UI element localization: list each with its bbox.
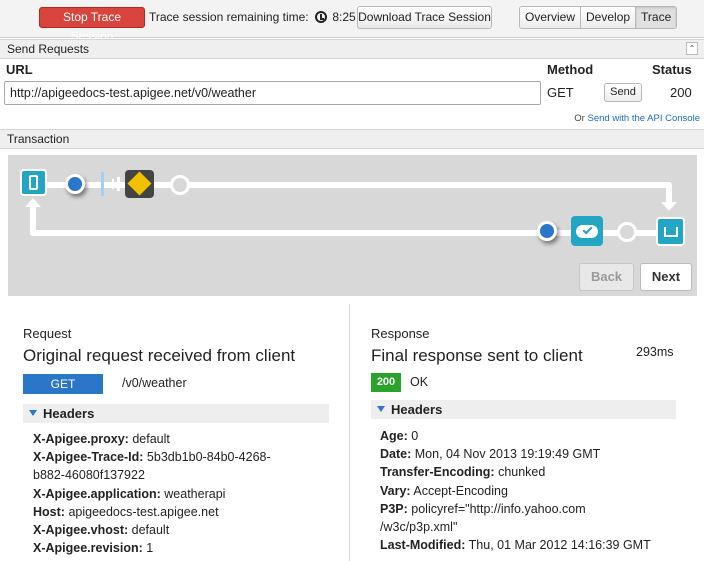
policy-node[interactable] [125,170,154,198]
header-row: X-Apigee.application: weatherapi [33,486,226,501]
triangle-down-icon [377,406,385,412]
header-row: Host: apigeedocs-test.apigee.net [33,504,219,519]
header-row: X-Apigee.proxy: default [33,432,170,446]
marker-tick [117,177,120,191]
header-row: Transfer-Encoding: chunked [380,465,546,480]
policy-icon [127,171,152,196]
header-row: Date: Mon, 04 Nov 2013 19:19:49 GMT [380,447,601,462]
server-icon [664,227,678,237]
response-time: 293ms [636,345,674,359]
request-label: Request [23,326,72,341]
arrow-up-icon [25,198,41,207]
status-label: Status [652,62,692,77]
request-headers-title: Headers [43,406,95,421]
view-tabs: Overview Develop Trace [519,6,678,29]
client-node[interactable] [20,169,47,196]
collapse-icon[interactable]: ⌃ [686,42,698,55]
clock-icon [314,11,327,23]
tab-develop[interactable]: Develop [581,7,637,28]
send-button[interactable]: Send [604,83,642,102]
triangle-down-icon [29,410,37,416]
url-label: URL [6,62,33,77]
target-node[interactable] [656,217,685,246]
tab-trace[interactable]: Trace [636,7,677,28]
status-code-badge: 200 [371,373,401,392]
url-input[interactable] [4,81,541,105]
remaining-value: 8:25 [332,10,356,24]
status-text: OK [410,375,429,389]
transaction-header: Transaction [0,129,704,149]
header-row: Last-Modified: Thu, 01 Mar 2012 14:16:39… [380,538,651,553]
header-row: /w3c/p3p.xml" [380,520,458,535]
flow-point-empty-2[interactable] [617,222,637,242]
method-badge: GET [23,374,103,394]
request-path: /v0/weather [122,376,187,390]
toolbar: Stop Trace Session Trace session remaini… [0,0,704,43]
header-row: P3P: policyref="http://info.yahoo.com [380,501,586,516]
header-row: b882-46080f137922 [33,468,145,483]
console-link-row: Or Send with the API Console [574,113,700,124]
transaction-diagram: Back Next [8,155,697,296]
request-headers-toggle[interactable]: Headers [23,404,329,423]
header-row: Vary: Accept-Encoding [380,483,508,498]
download-trace-button[interactable]: Download Trace Session [357,6,492,29]
response-title: Final response sent to client [371,346,583,365]
request-point-dot[interactable] [65,174,85,194]
response-headers-list: Age: 0 Date: Mon, 04 Nov 2013 19:19:49 G… [380,427,651,554]
header-row: Age: 0 [380,429,419,443]
request-title: Original request received from client [23,346,296,365]
marker-tick [112,179,114,189]
request-headers-list: X-Apigee.proxy: default X-Apigee-Trace-I… [33,430,271,557]
console-prefix: Or [574,113,585,124]
transaction-title: Transaction [7,132,70,146]
method-value: GET [547,85,574,100]
header-row: X-Apigee.vhost: default [33,523,170,538]
method-label: Method [547,62,594,77]
marker-bar [101,172,104,196]
remaining-time: Trace session remaining time: 8:25 [149,10,356,24]
tab-overview[interactable]: Overview [520,7,582,28]
back-button[interactable]: Back [579,263,634,291]
response-headers-toggle[interactable]: Headers [371,400,676,419]
next-button[interactable]: Next [640,263,692,291]
header-row: X-Apigee.revision: 1 [33,541,154,556]
flow-point-empty[interactable] [170,175,190,195]
flow-up-line [30,205,36,236]
stop-trace-button[interactable]: Stop Trace Session [39,7,145,43]
remaining-label: Trace session remaining time: [149,10,309,24]
response-point-dot[interactable] [537,221,557,241]
response-headers-title: Headers [391,402,443,417]
arrow-down-icon [661,202,677,211]
cloud-node[interactable] [571,216,603,246]
send-requests-title: Send Requests [7,42,90,56]
panel-divider [349,304,350,561]
send-requests-header: Send Requests ⌃ [0,39,704,59]
phone-icon [29,175,38,190]
header-row: X-Apigee-Trace-Id: 5b3db1b0-84b0-4268- [33,450,271,465]
response-label: Response [371,326,430,341]
status-value: 200 [670,85,692,100]
cloud-check-icon [576,224,598,238]
api-console-link[interactable]: Send with the API Console [588,113,701,124]
